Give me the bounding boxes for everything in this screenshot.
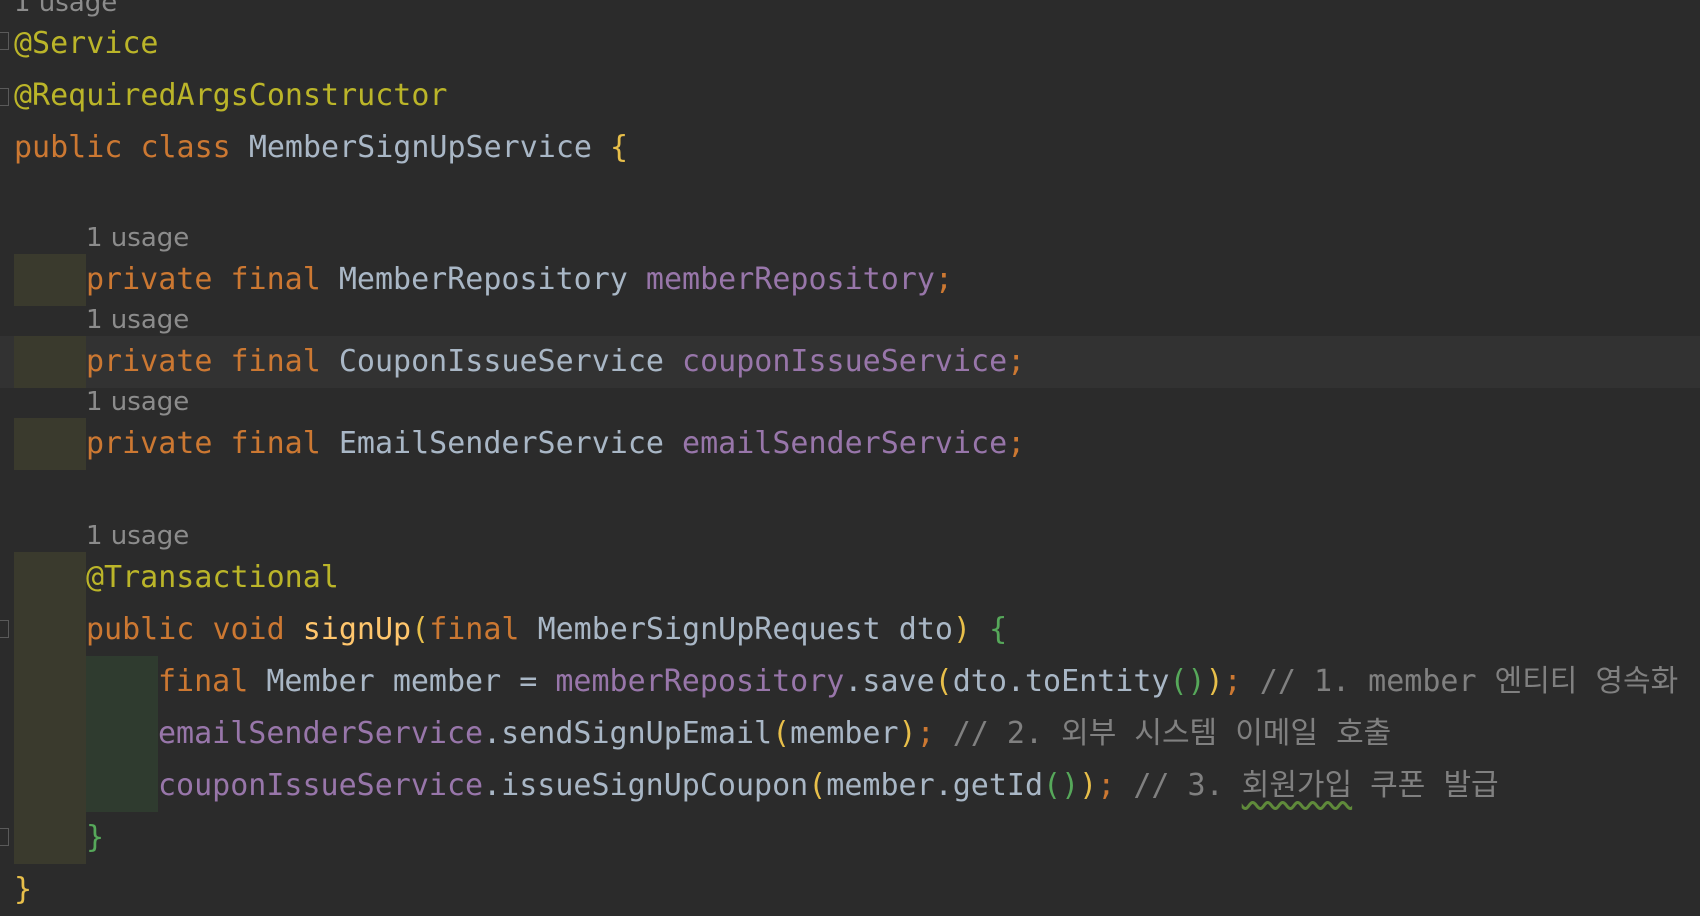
field-name: couponIssueService bbox=[682, 344, 1008, 379]
field-name: memberRepository bbox=[645, 262, 935, 297]
paren: ) bbox=[898, 716, 917, 751]
method-name: signUp bbox=[302, 612, 412, 647]
code-line: public void signUp(final MemberSignUpReq… bbox=[0, 604, 1007, 656]
code-line: @Service bbox=[0, 18, 159, 70]
keyword: final bbox=[158, 664, 249, 699]
code-line: public class MemberSignUpService { bbox=[0, 122, 628, 174]
paren: ) bbox=[952, 612, 972, 647]
type-name: EmailSenderService bbox=[338, 426, 664, 461]
usage-hint[interactable]: 1 usage bbox=[86, 387, 189, 417]
comment: 쿠폰 발급 bbox=[1352, 768, 1499, 803]
code-line: private final MemberRepository memberRep… bbox=[0, 254, 953, 306]
semicolon: ; bbox=[1007, 426, 1026, 461]
annotation: @Service bbox=[14, 26, 159, 61]
comment: // 2. 외부 시스템 이메일 호출 bbox=[952, 716, 1392, 751]
semicolon: ; bbox=[1007, 344, 1026, 379]
type-name: MemberSignUpRequest bbox=[537, 612, 881, 647]
class-name: MemberSignUpService bbox=[248, 130, 592, 165]
code-line: private final CouponIssueService couponI… bbox=[0, 336, 1025, 388]
brace: { bbox=[989, 612, 1008, 647]
keyword: private bbox=[86, 344, 213, 379]
keyword: final bbox=[230, 344, 321, 379]
method-call: .issueSignUpCoupon bbox=[483, 768, 809, 803]
brace: } bbox=[14, 872, 33, 907]
semicolon: ; bbox=[916, 716, 935, 751]
code-line: @Transactional bbox=[0, 552, 339, 604]
type-name: CouponIssueService bbox=[338, 344, 664, 379]
paren: ) bbox=[1079, 768, 1098, 803]
keyword: private bbox=[86, 262, 213, 297]
comment: // 1. member 엔티티 영속화 bbox=[1259, 664, 1679, 699]
field-name: emailSenderService bbox=[682, 426, 1008, 461]
code-line: } bbox=[0, 864, 32, 916]
paren: ( bbox=[772, 716, 791, 751]
brace: } bbox=[86, 820, 105, 855]
code-line: emailSenderService.sendSignUpEmail(membe… bbox=[0, 708, 1391, 760]
usage-hint[interactable]: 1 usage bbox=[86, 223, 189, 253]
paren: ( bbox=[411, 612, 430, 647]
comment-typo[interactable]: 회원가입 bbox=[1242, 768, 1352, 803]
paren: () bbox=[1043, 768, 1080, 803]
param-name: dto bbox=[898, 612, 953, 647]
keyword: public bbox=[14, 130, 123, 165]
argument: dto.toEntity bbox=[952, 664, 1170, 699]
keyword: final bbox=[230, 262, 321, 297]
keyword: class bbox=[140, 130, 231, 165]
semicolon: ; bbox=[934, 262, 953, 297]
type-name: MemberRepository bbox=[338, 262, 628, 297]
annotation: @Transactional bbox=[86, 560, 339, 595]
comment: // 3. bbox=[1133, 768, 1242, 803]
code-editor[interactable]: 1 usage @Service @RequiredArgsConstructo… bbox=[0, 0, 1700, 916]
code-line: @RequiredArgsConstructor bbox=[0, 70, 447, 122]
paren: ( bbox=[808, 768, 827, 803]
keyword: private bbox=[86, 426, 213, 461]
field-ref: couponIssueService bbox=[158, 768, 484, 803]
method-call: .save bbox=[844, 664, 935, 699]
semicolon: ; bbox=[1097, 768, 1116, 803]
usage-hint[interactable]: 1 usage bbox=[86, 521, 189, 551]
field-ref: memberRepository bbox=[555, 664, 845, 699]
semicolon: ; bbox=[1223, 664, 1242, 699]
type-name: Member bbox=[266, 664, 375, 699]
argument: member.getId bbox=[826, 768, 1044, 803]
brace: { bbox=[610, 130, 629, 165]
code-line: final Member member = memberRepository.s… bbox=[0, 656, 1678, 708]
variable: member bbox=[392, 664, 502, 699]
usage-hint[interactable]: 1 usage bbox=[14, 0, 117, 18]
argument: member bbox=[790, 716, 899, 751]
keyword: public bbox=[86, 612, 195, 647]
keyword: final bbox=[230, 426, 321, 461]
usage-hint[interactable]: 1 usage bbox=[86, 305, 189, 335]
code-line: couponIssueService.issueSignUpCoupon(mem… bbox=[0, 760, 1499, 812]
operator: = bbox=[519, 664, 538, 699]
annotation: @RequiredArgsConstructor bbox=[14, 78, 448, 113]
code-line: private final EmailSenderService emailSe… bbox=[0, 418, 1025, 470]
paren: () bbox=[1169, 664, 1206, 699]
keyword: void bbox=[212, 612, 285, 647]
method-call: .sendSignUpEmail bbox=[483, 716, 773, 751]
code-line: } bbox=[0, 812, 104, 864]
keyword: final bbox=[429, 612, 520, 647]
field-ref: emailSenderService bbox=[158, 716, 484, 751]
paren: ( bbox=[934, 664, 953, 699]
paren: ) bbox=[1205, 664, 1224, 699]
